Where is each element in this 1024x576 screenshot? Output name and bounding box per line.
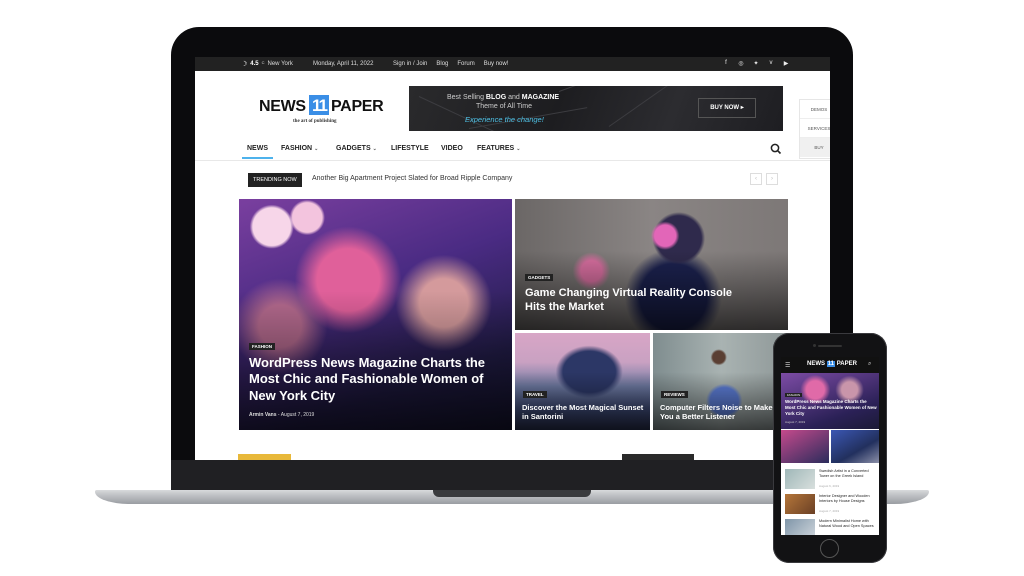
- post-date: August 7, 2019: [280, 412, 315, 418]
- blog-link[interactable]: Blog: [436, 61, 448, 67]
- sign-in-link[interactable]: Sign in / Join: [393, 61, 427, 67]
- featured-main-card[interactable]: FASHION WordPress News Magazine Charts t…: [239, 199, 512, 430]
- chevron-down-icon: ⌄: [372, 146, 377, 152]
- author-name[interactable]: Armin Vans: [249, 412, 277, 418]
- chevron-down-icon: ⌄: [314, 146, 319, 152]
- search-icon[interactable]: [770, 143, 782, 155]
- nav-item-video[interactable]: VIDEO: [441, 145, 463, 152]
- instagram-icon[interactable]: ◎: [737, 60, 745, 67]
- section-dark-bar: [622, 454, 694, 460]
- trending-now-label: TRENDING NOW: [248, 173, 302, 187]
- nav-item-news[interactable]: NEWS: [242, 145, 273, 159]
- mobile-sub-card[interactable]: [781, 430, 829, 463]
- ad-banner[interactable]: Best Selling BLOG and MAGAZINE Theme of …: [409, 86, 783, 131]
- search-icon[interactable]: ⌕: [868, 361, 871, 368]
- featured-reviews-title[interactable]: Computer Filters Noise to Make You a Bet…: [660, 403, 788, 422]
- ad-line-2: Theme of All Time: [476, 103, 533, 110]
- laptop-notch: [433, 490, 591, 497]
- nav-item-lifestyle[interactable]: LIFESTYLE: [391, 145, 429, 152]
- mobile-hero-card[interactable]: FASHION WordPress News Magazine Charts t…: [781, 373, 879, 429]
- top-bar: ☽ 4.5 C New York Monday, April 11, 2022 …: [195, 57, 830, 71]
- logo-word-news: NEWS: [259, 98, 306, 115]
- logo-tagline: the art of publishing: [293, 119, 337, 124]
- social-icons: f ◎ ✦ v ▶: [722, 60, 790, 67]
- mobile-hero-title[interactable]: WordPress News Magazine Charts the Most …: [785, 399, 877, 417]
- logo-number: 11: [309, 95, 329, 115]
- demos-button[interactable]: DEMOS: [800, 100, 830, 119]
- category-badge[interactable]: FASHION: [249, 343, 276, 350]
- temperature: 4.5: [250, 61, 259, 67]
- featured-gadgets-card[interactable]: GADGETS Game Changing Virtual Reality Co…: [515, 199, 788, 330]
- ad-buy-now-button[interactable]: BUY NOW ▸: [698, 98, 756, 118]
- mobile-hero-date: August 7, 2019: [785, 420, 806, 424]
- weather-city: New York: [267, 61, 293, 67]
- main-nav: NEWS FASHION ⌄ GADGETS ⌄ LIFESTYLE VIDEO F…: [195, 139, 830, 161]
- category-badge[interactable]: TRAVEL: [523, 391, 547, 398]
- phone-speaker: [818, 345, 842, 347]
- thumbnail: [785, 519, 815, 535]
- mobile-header: ☰ NEWS 11 PAPER ⌕: [781, 357, 879, 373]
- featured-gadgets-title[interactable]: Game Changing Virtual Reality Console Hi…: [525, 287, 735, 315]
- phone-screen: ☰ NEWS 11 PAPER ⌕ FASHION WordPress News…: [781, 357, 879, 535]
- nav-item-features[interactable]: FEATURES ⌄: [477, 145, 520, 152]
- buy-now-link[interactable]: Buy now!: [484, 61, 509, 67]
- category-badge[interactable]: GADGETS: [525, 274, 554, 281]
- trending-next-button[interactable]: ›: [766, 173, 778, 185]
- services-button[interactable]: SERVICES: [800, 119, 830, 138]
- current-date: Monday, April 11, 2022: [313, 61, 374, 67]
- section-accent-bar: [238, 454, 291, 460]
- featured-travel-card[interactable]: TRAVEL Discover the Most Magical Sunset …: [515, 333, 650, 430]
- mobile-list-item[interactable]: Interior Designer and Wooden Interiors b…: [785, 494, 877, 516]
- temperature-unit: C: [261, 59, 265, 65]
- featured-main-title[interactable]: WordPress News Magazine Charts the Most …: [249, 355, 494, 404]
- forum-link[interactable]: Forum: [457, 61, 474, 67]
- phone-camera: [813, 344, 816, 347]
- phone-mockup: ☰ NEWS 11 PAPER ⌕ FASHION WordPress News…: [773, 333, 887, 563]
- mobile-logo[interactable]: NEWS 11 PAPER: [807, 361, 857, 367]
- thumbnail: [785, 494, 815, 514]
- category-badge[interactable]: FASHION: [785, 393, 803, 397]
- featured-travel-title[interactable]: Discover the Most Magical Sunset in Sant…: [522, 403, 647, 422]
- ad-tagline: Experience the change!: [465, 115, 544, 124]
- twitter-icon[interactable]: ✦: [752, 60, 760, 67]
- menu-icon[interactable]: ☰: [785, 362, 790, 369]
- moon-icon: ☽: [241, 61, 248, 68]
- device-mockup-stage: ☽ 4.5 C New York Monday, April 11, 2022 …: [0, 0, 1024, 576]
- laptop-bezel-bottom: [171, 460, 853, 493]
- category-badge[interactable]: REVIEWS: [661, 391, 688, 398]
- site-logo[interactable]: NEWS 11 PAPER the art of publishing: [259, 95, 389, 129]
- ad-line-1: Best Selling BLOG and MAGAZINE: [447, 94, 560, 101]
- featured-reviews-card[interactable]: REVIEWS Computer Filters Noise to Make Y…: [653, 333, 790, 430]
- top-links: Sign in / Join Blog Forum Buy now!: [393, 61, 508, 67]
- nav-item-fashion[interactable]: FASHION ⌄: [281, 145, 318, 152]
- trending-prev-button[interactable]: ‹: [750, 173, 762, 185]
- laptop-screen: ☽ 4.5 C New York Monday, April 11, 2022 …: [195, 57, 830, 460]
- mobile-sub-card[interactable]: [831, 430, 879, 463]
- logo-word-paper: PAPER: [331, 98, 384, 115]
- mobile-list-item[interactable]: Swedish Artist in a Converted Tower on t…: [785, 469, 877, 491]
- mobile-list-item[interactable]: Modern Minimalist Home with Natural Wood…: [785, 519, 877, 535]
- youtube-icon[interactable]: ▶: [782, 60, 790, 67]
- nav-item-gadgets[interactable]: GADGETS ⌄: [336, 145, 377, 152]
- chevron-down-icon: ⌄: [516, 146, 521, 152]
- phone-home-button[interactable]: [820, 539, 839, 558]
- featured-main-meta: Armin Vans - August 7, 2019: [249, 412, 315, 418]
- vimeo-icon[interactable]: v: [767, 60, 775, 67]
- thumbnail: [785, 469, 815, 489]
- trending-headline[interactable]: Another Big Apartment Project Slated for…: [312, 175, 512, 182]
- facebook-icon[interactable]: f: [722, 60, 730, 67]
- weather-widget: ☽ 4.5 C New York: [241, 59, 293, 69]
